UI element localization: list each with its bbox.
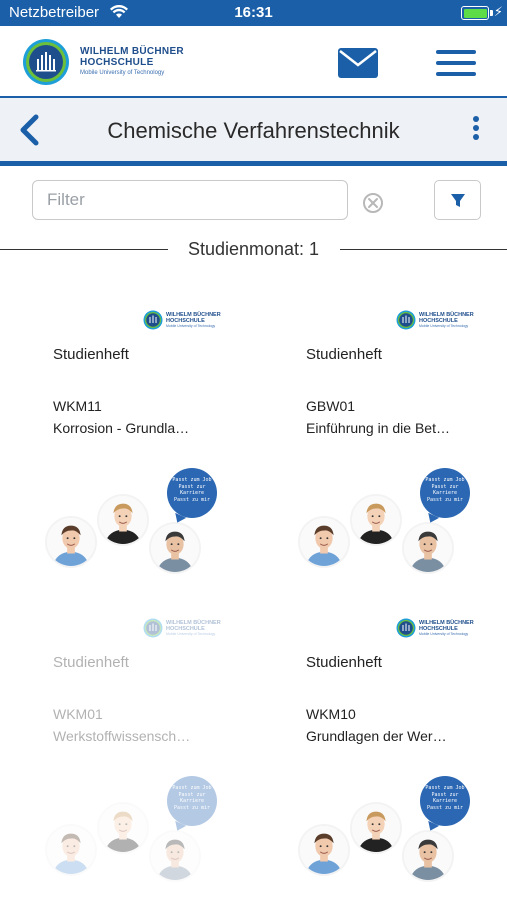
divider-line-right [340,249,507,250]
clear-circle-icon[interactable] [362,192,384,214]
slogan-line2: Passt zur Karriere [431,791,459,805]
slogan-line3: Passt zu mir [426,804,464,811]
card-logo-text: WILHELM BÜCHNER HOCHSCHULE Mobile Universi… [419,620,474,636]
slogan-text: Passt zum Job Passt zur Karriere Passt zu … [420,477,470,503]
university-logo-mark [23,39,69,85]
card-university-logo: WILHELM BÜCHNER HOCHSCHULE Mobile Universi… [143,618,223,640]
card-logo-line-3: Mobile University of Technology [419,324,469,328]
card-logo-line-3: Mobile University of Technology [166,632,216,636]
slogan-text: Passt zum Job Passt zur Karriere Passt zu … [420,785,470,811]
logo-line-2: HOCHSCHULE [80,57,154,68]
study-booklet-card[interactable]: WILHELM BÜCHNER HOCHSCHULE Mobile Universi… [300,300,507,590]
page-title: Chemische Verfahrenstechnik [107,118,400,143]
funnel-icon [451,194,465,207]
card-code: WKM10 [306,706,356,722]
card-type: Studienheft [53,346,129,363]
filter-button[interactable] [434,180,481,220]
card-logo-mark [143,310,163,330]
card-code: WKM11 [53,398,102,414]
slogan-speech-bubble: Passt zum Job Passt zur Karriere Passt zu … [167,468,217,518]
card-title: Korrosion - Grundla… [53,420,190,436]
card-logo-text: WILHELM BÜCHNER HOCHSCHULE Mobile Universi… [166,620,221,636]
charging-bolt-icon: ⚡ [493,4,503,19]
clock: 16:31 [234,4,273,21]
university-logo[interactable]: WILHELM BÜCHNER HOCHSCHULE Mobile Univer… [22,38,222,86]
slogan-line1: Passt zum Job [425,785,465,791]
card-logo-line-3: Mobile University of Technology [166,324,216,328]
card-type: Studienheft [306,654,382,671]
section-divider: Studienmonat: 1 [0,238,507,262]
battery-icon [461,6,489,20]
card-university-logo: WILHELM BÜCHNER HOCHSCHULE Mobile Universi… [143,310,223,332]
card-title: Einführung in die Bet… [306,420,450,436]
filter-input[interactable] [32,180,348,220]
person-avatar [300,826,348,874]
card-illustration: Passt zum Job Passt zur Karriere Passt zu … [47,776,217,886]
card-type: Studienheft [53,654,129,671]
study-booklet-card[interactable]: WILHELM BÜCHNER HOCHSCHULE Mobile Universi… [300,608,507,898]
card-logo-mark [396,310,416,330]
study-booklet-card[interactable]: WILHELM BÜCHNER HOCHSCHULE Mobile Universi… [47,608,283,898]
card-code: WKM01 [53,706,103,722]
card-logo-text: WILHELM BÜCHNER HOCHSCHULE Mobile Universi… [419,312,474,328]
logo-line-3: Mobile University of Technology [80,70,165,76]
person-avatar [300,518,348,566]
card-university-logo: WILHELM BÜCHNER HOCHSCHULE Mobile Universi… [396,618,476,640]
university-logo-text: WILHELM BÜCHNER HOCHSCHULE Mobile Univer… [80,46,184,76]
card-illustration: Passt zum Job Passt zur Karriere Passt zu … [47,468,217,578]
card-title: Werkstoffwissensch… [53,728,191,744]
person-avatar [352,804,400,852]
person-avatar [352,496,400,544]
slogan-speech-bubble: Passt zum Job Passt zur Karriere Passt zu … [420,776,470,826]
slogan-line3: Passt zu mir [173,804,211,811]
slogan-line3: Passt zu mir [173,496,211,503]
slogan-text: Passt zum Job Passt zur Karriere Passt zu … [167,477,217,503]
slogan-text: Passt zum Job Passt zur Karriere Passt zu … [167,785,217,811]
hamburger-menu-icon[interactable] [436,50,476,76]
chevron-left-icon[interactable] [14,114,46,146]
person-avatar [47,826,95,874]
person-avatar [47,518,95,566]
card-type: Studienheft [306,346,382,363]
slogan-line1: Passt zum Job [172,785,212,791]
slogan-line2: Passt zur Karriere [178,791,206,805]
card-logo-line-3: Mobile University of Technology [419,632,469,636]
slogan-line1: Passt zum Job [425,477,465,483]
study-booklet-card[interactable]: WILHELM BÜCHNER HOCHSCHULE Mobile Universi… [47,300,283,590]
person-avatar [99,496,147,544]
logo-line-1: WILHELM BÜCHNER [80,46,184,57]
card-illustration: Passt zum Job Passt zur Karriere Passt zu … [300,468,470,578]
person-avatar [99,804,147,852]
slogan-line2: Passt zur Karriere [178,483,206,497]
app-header: WILHELM BÜCHNER HOCHSCHULE Mobile Univer… [0,26,507,96]
person-avatar [151,832,199,880]
card-logo-mark [396,618,416,638]
person-avatar [404,832,452,880]
person-avatar [151,524,199,572]
card-logo-text: WILHELM BÜCHNER HOCHSCHULE Mobile Universi… [166,312,221,328]
card-university-logo: WILHELM BÜCHNER HOCHSCHULE Mobile Universi… [396,310,476,332]
person-avatar [404,524,452,572]
mail-icon[interactable] [338,48,378,78]
slogan-line3: Passt zu mir [426,496,464,503]
card-illustration: Passt zum Job Passt zur Karriere Passt zu … [300,776,470,886]
slogan-line2: Passt zur Karriere [431,483,459,497]
card-title: Grundlagen der Wer… [306,728,447,744]
slogan-speech-bubble: Passt zum Job Passt zur Karriere Passt zu … [167,776,217,826]
status-bar: Netzbetreiber 16:31 ⚡ [0,0,507,26]
vertical-dots-icon[interactable] [473,116,481,142]
battery-cap [490,10,493,16]
title-bar: Chemische Verfahrenstechnik [0,96,507,166]
card-code: GBW01 [306,398,356,414]
card-logo-mark [143,618,163,638]
slogan-line1: Passt zum Job [172,477,212,483]
slogan-speech-bubble: Passt zum Job Passt zur Karriere Passt zu … [420,468,470,518]
